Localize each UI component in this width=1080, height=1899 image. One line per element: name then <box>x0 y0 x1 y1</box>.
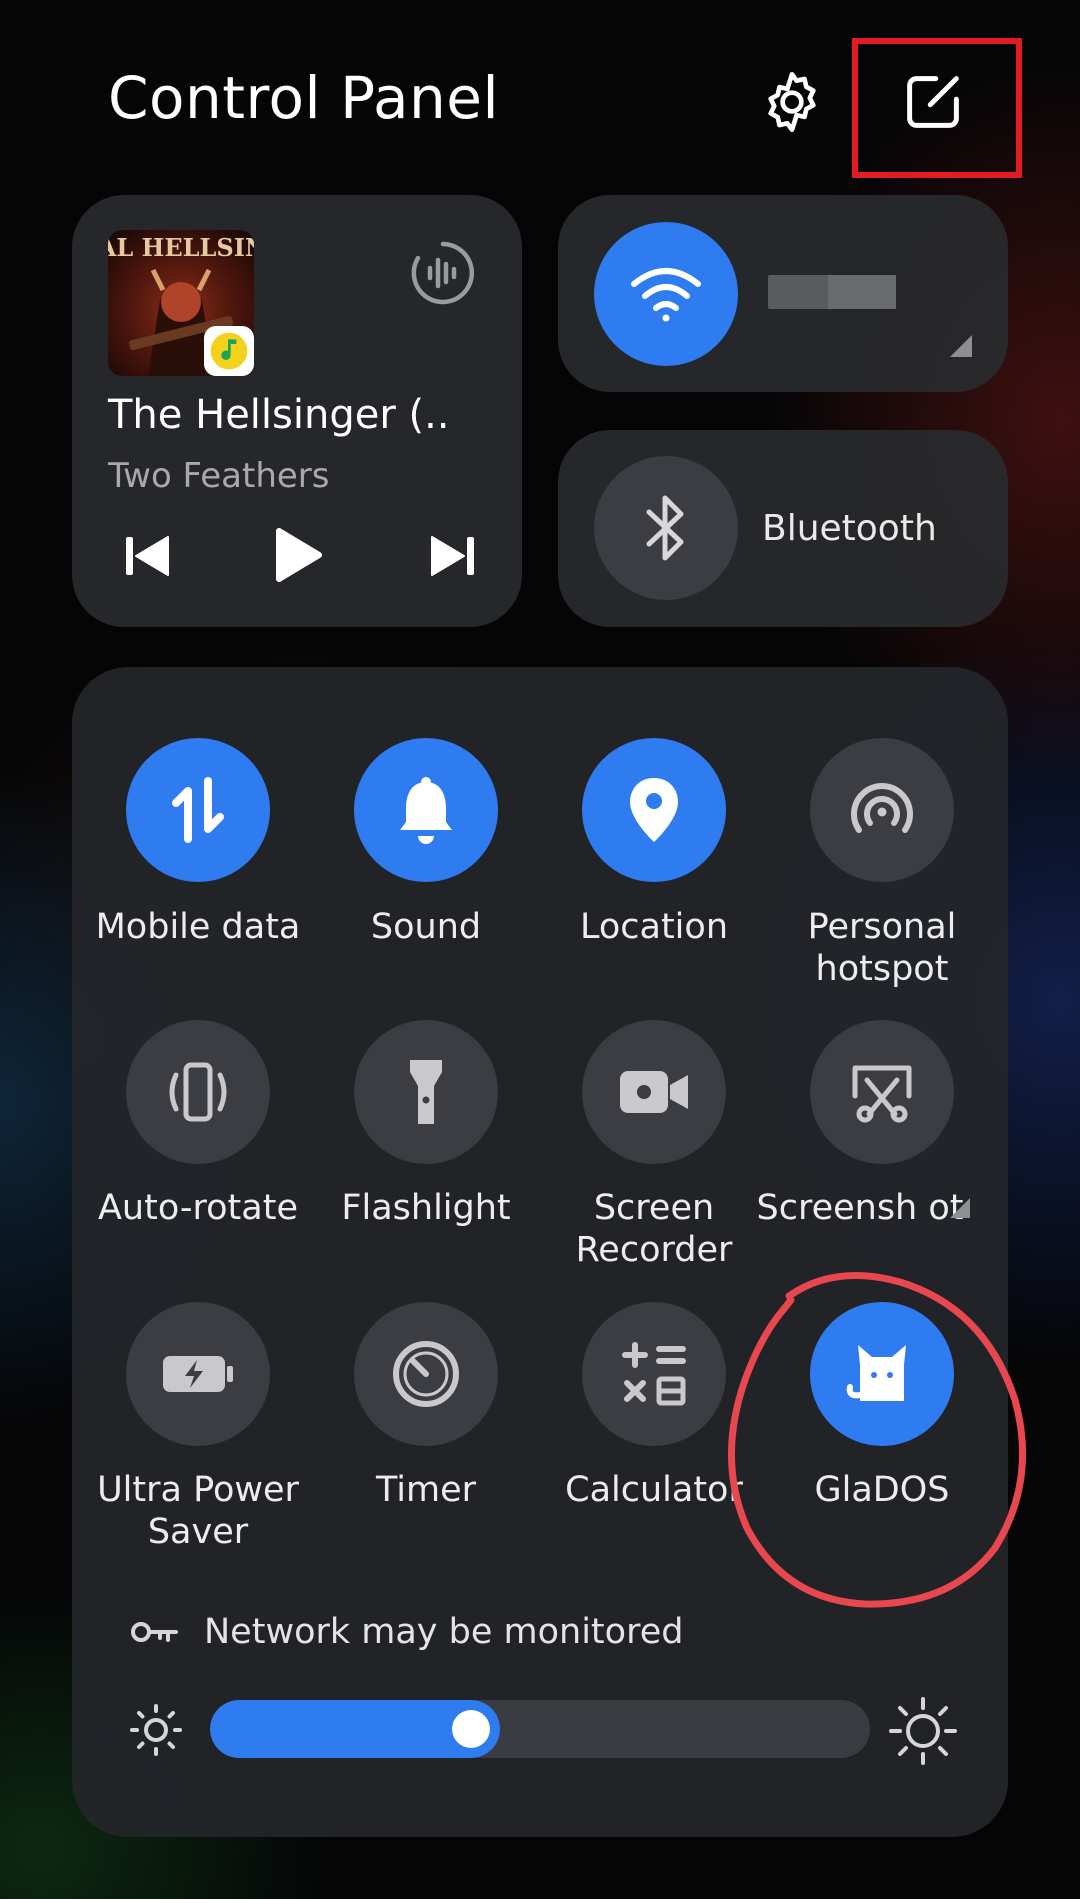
tile-timer[interactable] <box>354 1302 498 1446</box>
page-title: Control Panel <box>108 64 500 132</box>
skip-previous-icon <box>126 536 169 576</box>
tile-label-personal-hotspot: Personal hotspot <box>807 907 957 989</box>
tile-location[interactable] <box>582 738 726 882</box>
tile-flashlight[interactable] <box>354 1020 498 1164</box>
calculator-icon <box>622 1342 686 1406</box>
battery-bolt-icon <box>163 1356 233 1392</box>
audio-cast-icon <box>411 241 475 305</box>
key-icon <box>131 1622 178 1642</box>
network-monitored-notice: Network may be monitored <box>204 1612 684 1652</box>
tile-label-screenshot: Screensh ot <box>756 1188 964 1228</box>
skip-next-icon <box>431 536 474 576</box>
wifi-expand-indicator[interactable] <box>950 335 972 357</box>
brightness-low-icon <box>130 1704 182 1756</box>
tile-screenshot[interactable] <box>810 1020 954 1164</box>
tile-auto-rotate[interactable] <box>126 1020 270 1164</box>
tile-label-location: Location <box>579 907 729 947</box>
tile-screen-recorder[interactable] <box>582 1020 726 1164</box>
tile-ultra-power-saver[interactable] <box>126 1302 270 1446</box>
tile-label-auto-rotate: Auto-rotate <box>97 1188 298 1228</box>
play-icon <box>276 528 322 582</box>
screenshot-options-indicator[interactable] <box>950 1198 970 1218</box>
music-app-badge <box>204 326 254 376</box>
scissors-icon <box>852 1065 912 1123</box>
wifi-toggle[interactable] <box>594 222 738 366</box>
audio-output-button[interactable] <box>408 238 478 308</box>
tile-personal-hotspot[interactable] <box>810 738 954 882</box>
brightness-slider[interactable] <box>210 1700 870 1758</box>
album-logo: METAL HELLSINGER <box>108 233 254 262</box>
music-note-icon <box>210 332 248 370</box>
brightness-slider-thumb[interactable] <box>452 1710 490 1748</box>
edit-button-highlight <box>852 38 1022 178</box>
tile-calculator[interactable] <box>582 1302 726 1446</box>
tile-sound[interactable] <box>354 738 498 882</box>
settings-button[interactable] <box>752 62 832 142</box>
song-title: The Hellsinger (.. <box>108 392 450 438</box>
tile-label-screen-recorder: Screen Recorder <box>575 1188 733 1270</box>
wifi-icon <box>631 268 701 322</box>
glados-annotation-circle <box>728 1272 1026 1608</box>
location-pin-icon <box>630 778 678 842</box>
brightness-high-icon <box>889 1697 957 1765</box>
video-camera-icon <box>620 1071 688 1113</box>
bluetooth-toggle[interactable] <box>594 456 738 600</box>
tile-label-flashlight: Flashlight <box>341 1188 511 1228</box>
play-button[interactable] <box>262 520 332 590</box>
gear-icon <box>768 71 816 133</box>
tile-label-mobile-data: Mobile data <box>95 907 301 947</box>
song-artist: Two Feathers <box>108 456 330 496</box>
previous-track-button[interactable] <box>112 526 182 586</box>
hotspot-icon <box>851 783 913 833</box>
tile-label-timer: Timer <box>375 1470 477 1510</box>
bluetooth-label: Bluetooth <box>762 508 937 549</box>
next-track-button[interactable] <box>418 526 488 586</box>
rotate-icon <box>169 1062 227 1122</box>
timer-icon <box>393 1341 459 1407</box>
bell-icon <box>400 777 452 844</box>
tile-mobile-data[interactable] <box>126 738 270 882</box>
data-transfer-icon <box>172 777 224 843</box>
bluetooth-icon <box>646 495 684 561</box>
wifi-network-name-redacted <box>768 275 896 309</box>
tile-label-sound: Sound <box>370 907 482 947</box>
flashlight-icon <box>410 1060 442 1124</box>
tile-label-ultra-power-saver: Ultra Power Saver <box>97 1470 299 1552</box>
